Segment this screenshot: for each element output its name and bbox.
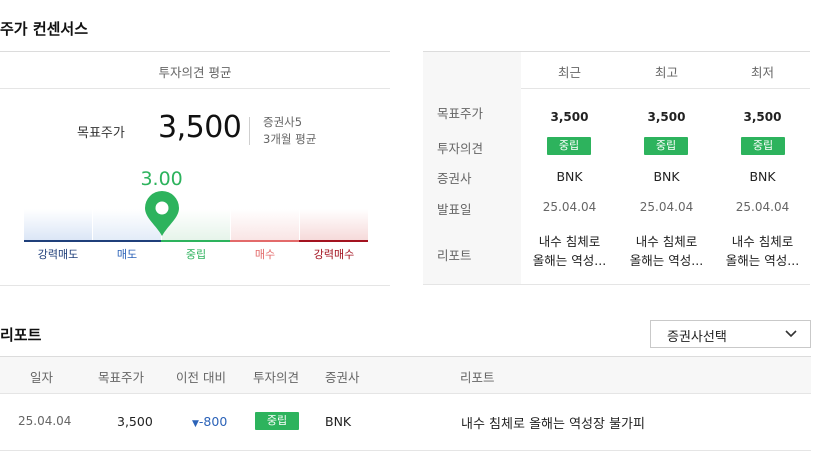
report-col-change: 이전 대비 (176, 370, 226, 385)
report-col-broker: 증권사 (325, 370, 360, 385)
col-header-recent: 최근 (557, 65, 581, 80)
low-report-line1: 내수 침체로 (731, 234, 794, 249)
target-price-value: 3,500 (158, 110, 242, 145)
col-header-low: 최저 (750, 65, 774, 80)
gauge-segment-strong-sell (24, 209, 92, 240)
recent-report-link[interactable]: 내수 침체로 올해는 역성... (521, 231, 618, 269)
report-row-title-link[interactable]: 내수 침체로 올해는 역성장 불가피 (461, 413, 645, 432)
low-broker: BNK (749, 169, 776, 184)
report-row-change-value: -800 (198, 414, 228, 429)
row-label-opinion: 투자의견 (437, 141, 484, 156)
target-price-label: 목표주가 (77, 126, 125, 141)
map-pin-icon (144, 191, 179, 236)
report-col-target: 목표주가 (98, 370, 145, 385)
chevron-down-icon (785, 330, 797, 338)
row-label-broker: 증권사 (437, 171, 472, 186)
col-header-high: 최고 (654, 65, 678, 80)
avg-opinion-header: 투자의견 평균 (158, 65, 232, 80)
recent-report-line1: 내수 침체로 (538, 234, 601, 249)
high-opinion-badge: 중립 (644, 137, 688, 155)
scale-label-neutral: 중립 (185, 248, 207, 261)
row-label-report: 리포트 (437, 248, 472, 263)
row-label-date: 발표일 (437, 202, 472, 217)
opinion-gauge (24, 209, 368, 242)
low-target: 3,500 (743, 110, 782, 124)
report-row-date: 25.04.04 (18, 414, 72, 428)
low-opinion-badge: 중립 (741, 137, 785, 155)
score-marker: 3.00 (132, 168, 192, 237)
recent-opinion-badge: 중립 (547, 137, 591, 155)
broker-select-value: 증권사선택 (667, 330, 727, 345)
high-target: 3,500 (647, 110, 686, 124)
report-col-title: 리포트 (460, 370, 495, 385)
report-row-broker: BNK (325, 414, 352, 429)
report-title: 리포트 (0, 326, 42, 344)
high-report-line2: 올해는 역성... (629, 253, 704, 268)
recent-broker: BNK (556, 169, 583, 184)
scale-label-buy: 매수 (254, 248, 276, 261)
high-report-line1: 내수 침체로 (635, 234, 698, 249)
table-row[interactable]: 25.04.04 3,500 ▼-800 중립 BNK 내수 침체로 올해는 역… (0, 394, 811, 450)
broker-count: 증권사5 (263, 115, 303, 129)
high-date: 25.04.04 (639, 200, 694, 214)
high-broker: BNK (653, 169, 680, 184)
low-report-line2: 올해는 역성... (725, 253, 800, 268)
high-report-link[interactable]: 내수 침체로 올해는 역성... (618, 231, 715, 269)
low-report-link[interactable]: 내수 침체로 올해는 역성... (715, 231, 810, 269)
report-row-opinion-badge: 중립 (255, 412, 299, 430)
consensus-summary-table: 최근 최고 최저 목표주가 투자의견 증권사 발표일 리포트 3,500 중립 … (423, 51, 810, 285)
gauge-segment-buy (231, 209, 299, 240)
scale-label-strong-buy: 강력매수 (313, 248, 355, 261)
row-label-target: 목표주가 (437, 106, 484, 121)
score-value: 3.00 (140, 168, 183, 190)
report-row-target: 3,500 (117, 414, 153, 429)
scale-label-strong-sell: 강력매도 (37, 248, 79, 261)
report-col-date: 일자 (30, 370, 54, 385)
report-row-change: ▼-800 (192, 414, 227, 429)
recent-target: 3,500 (550, 110, 589, 124)
recent-report-line2: 올해는 역성... (532, 253, 607, 268)
avg-period: 3개월 평균 (263, 132, 317, 146)
recent-date: 25.04.04 (542, 200, 597, 214)
low-date: 25.04.04 (735, 200, 790, 214)
triangle-down-icon: ▼ (192, 419, 199, 429)
scale-label-sell: 매도 (116, 248, 138, 261)
gauge-segment-strong-buy (300, 209, 368, 240)
broker-select[interactable]: 증권사선택 (650, 320, 811, 348)
report-col-opinion: 투자의견 (253, 370, 300, 385)
consensus-title: 주가 컨센서스 (0, 20, 89, 38)
